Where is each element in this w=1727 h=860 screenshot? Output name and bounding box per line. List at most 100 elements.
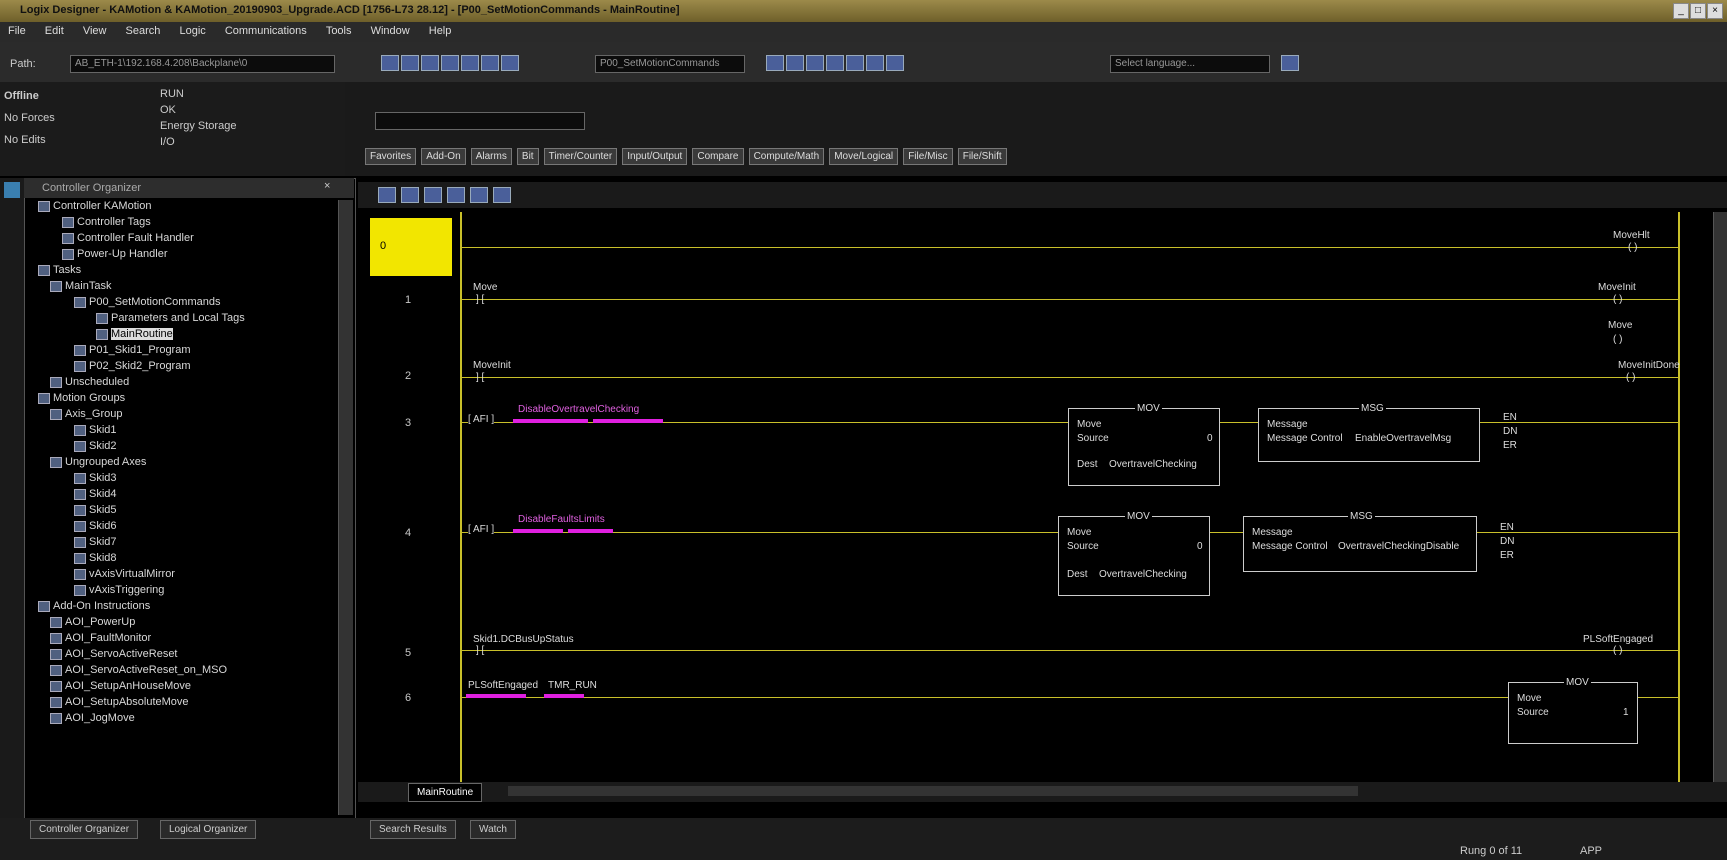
tree-item[interactable]: Axis_Group bbox=[50, 408, 122, 420]
tree-item[interactable]: MainTask bbox=[50, 280, 111, 292]
output-coil-icon[interactable]: ( ) bbox=[1613, 334, 1622, 345]
tree-item-selected[interactable]: MainRoutine bbox=[96, 328, 173, 340]
tree-item[interactable]: Tasks bbox=[38, 264, 81, 276]
contact-tag[interactable]: PLSoftEngaged bbox=[468, 680, 538, 691]
output-coil-icon[interactable]: ( ) bbox=[1628, 242, 1637, 253]
tab-alarms[interactable]: Alarms bbox=[470, 148, 512, 165]
output-coil-icon[interactable]: ( ) bbox=[1626, 372, 1635, 383]
tree-item[interactable]: AOI_SetupAbsoluteMove bbox=[50, 696, 189, 708]
mov-instruction-box[interactable]: MOV Move Source 0 Dest OvertravelCheckin… bbox=[1058, 511, 1210, 596]
routine-select[interactable]: P00_SetMotionCommands bbox=[595, 55, 745, 73]
coil-tag[interactable]: MoveHlt bbox=[1613, 230, 1650, 241]
monitor-icon[interactable] bbox=[866, 55, 884, 71]
tree-item[interactable]: Ungrouped Axes bbox=[50, 456, 146, 468]
close-button[interactable]: × bbox=[1707, 3, 1723, 19]
tree-item[interactable]: Skid7 bbox=[74, 536, 117, 548]
online-icon[interactable] bbox=[826, 55, 844, 71]
rung-icon[interactable] bbox=[378, 187, 396, 203]
menu-search[interactable]: Search bbox=[118, 22, 169, 40]
save-icon[interactable] bbox=[421, 55, 439, 71]
contact-icon[interactable] bbox=[424, 187, 443, 203]
verify-icon[interactable] bbox=[766, 55, 784, 71]
rung-number[interactable]: 2 bbox=[368, 370, 448, 382]
tree-item[interactable]: Skid8 bbox=[74, 552, 117, 564]
tree-item[interactable]: AOI_FaultMonitor bbox=[50, 632, 151, 644]
output-coil-icon[interactable]: ( ) bbox=[1613, 294, 1622, 305]
contact-tag[interactable]: Move bbox=[473, 282, 497, 293]
coil-icon[interactable] bbox=[447, 187, 466, 203]
tree-item[interactable]: Power-Up Handler bbox=[62, 248, 167, 260]
minimize-button[interactable]: _ bbox=[1673, 3, 1689, 19]
tree-item[interactable]: Skid6 bbox=[74, 520, 117, 532]
coil-tag[interactable]: PLSoftEngaged bbox=[1583, 634, 1653, 645]
coil-tag[interactable]: MoveInit bbox=[1598, 282, 1636, 293]
rung-number[interactable]: 4 bbox=[368, 527, 448, 539]
tab-main-routine[interactable]: MainRoutine bbox=[408, 783, 483, 802]
copy-icon[interactable] bbox=[481, 55, 499, 71]
tree-item[interactable]: Controller Tags bbox=[62, 216, 151, 228]
tab-file-misc[interactable]: File/Misc bbox=[903, 148, 953, 165]
rung-number[interactable]: 1 bbox=[368, 294, 448, 306]
paste-icon[interactable] bbox=[501, 55, 519, 71]
afi-instruction[interactable]: [ AFI ] bbox=[468, 414, 495, 425]
rung-number-selected[interactable]: 0 bbox=[370, 218, 452, 276]
disabled-tag-label[interactable]: DisableFaultsLimits bbox=[518, 514, 605, 525]
organizer-pin-icon[interactable] bbox=[4, 182, 20, 198]
tree-item[interactable]: AOI_ServoActiveReset bbox=[50, 648, 178, 660]
menu-logic[interactable]: Logic bbox=[171, 22, 213, 40]
cut-icon[interactable] bbox=[461, 55, 479, 71]
disabled-tag-label[interactable]: DisableOvertravelChecking bbox=[518, 404, 639, 415]
xic-contact-icon[interactable]: ] [ bbox=[476, 294, 484, 305]
menu-communications[interactable]: Communications bbox=[217, 22, 315, 40]
tree-item[interactable]: AOI_SetupAnHouseMove bbox=[50, 680, 191, 692]
tree-item[interactable]: AOI_JogMove bbox=[50, 712, 135, 724]
path-field[interactable]: AB_ETH-1\192.168.4.208\Backplane\0 bbox=[70, 55, 335, 73]
contact-tag[interactable]: Skid1.DCBusUpStatus bbox=[473, 634, 574, 645]
zoom-icon[interactable] bbox=[806, 55, 824, 71]
open-icon[interactable] bbox=[401, 55, 419, 71]
tree-item[interactable]: Add-On Instructions bbox=[38, 600, 150, 612]
verify-controller-icon[interactable] bbox=[786, 55, 804, 71]
tree-item[interactable]: Skid1 bbox=[74, 424, 117, 436]
output-coil-icon[interactable]: ( ) bbox=[1613, 645, 1622, 656]
tab-input-output[interactable]: Input/Output bbox=[622, 148, 688, 165]
menu-help[interactable]: Help bbox=[421, 22, 460, 40]
tab-add-on[interactable]: Add-On bbox=[421, 148, 466, 165]
menu-file[interactable]: File bbox=[0, 22, 34, 40]
tree-item[interactable]: P01_Skid1_Program bbox=[74, 344, 191, 356]
tab-controller-organizer[interactable]: Controller Organizer bbox=[30, 820, 139, 839]
tree-item[interactable]: AOI_PowerUp bbox=[50, 616, 135, 628]
msg-instruction-box[interactable]: MSG Message Message Control OvertravelCh… bbox=[1243, 511, 1477, 572]
tree-item[interactable]: Parameters and Local Tags bbox=[96, 312, 245, 324]
maximize-button[interactable]: □ bbox=[1690, 3, 1706, 19]
tree-item[interactable]: Unscheduled bbox=[50, 376, 129, 388]
branch-icon[interactable] bbox=[401, 187, 420, 203]
tree-item[interactable]: Controller KAMotion bbox=[38, 200, 151, 212]
tab-move-logical[interactable]: Move/Logical bbox=[829, 148, 899, 165]
organizer-scrollbar[interactable] bbox=[338, 200, 353, 815]
tree-item[interactable]: AOI_ServoActiveReset_on_MSO bbox=[50, 664, 227, 676]
xic-contact-icon[interactable]: ] [ bbox=[476, 645, 484, 656]
contact-tag[interactable]: TMR_RUN bbox=[548, 680, 597, 691]
tab-favorites[interactable]: Favorites bbox=[365, 148, 417, 165]
tab-file-shift[interactable]: File/Shift bbox=[957, 148, 1007, 165]
mov-instruction-box[interactable]: MOV Move Source 1 bbox=[1508, 677, 1638, 744]
organizer-close-icon[interactable]: × bbox=[324, 180, 330, 192]
tree-item[interactable]: Motion Groups bbox=[38, 392, 125, 404]
menu-view[interactable]: View bbox=[75, 22, 115, 40]
language-select[interactable]: Select language... bbox=[1110, 55, 1270, 73]
tree-item[interactable]: Skid4 bbox=[74, 488, 117, 500]
rung-number[interactable]: 6 bbox=[368, 692, 448, 704]
msg-instruction-box[interactable]: MSG Message Message Control EnableOvertr… bbox=[1258, 403, 1480, 462]
download-icon[interactable] bbox=[846, 55, 864, 71]
tab-timer-counter[interactable]: Timer/Counter bbox=[543, 148, 618, 165]
print-icon[interactable] bbox=[441, 55, 459, 71]
tab-watch[interactable]: Watch bbox=[470, 820, 516, 839]
tree-item[interactable]: vAxisVirtualMirror bbox=[74, 568, 175, 580]
contact-tag[interactable]: MoveInit bbox=[473, 360, 511, 371]
mov-instruction-box[interactable]: MOV Move Source 0 Dest OvertravelCheckin… bbox=[1068, 403, 1220, 486]
tab-search-results[interactable]: Search Results bbox=[370, 820, 456, 839]
tab-logical-organizer[interactable]: Logical Organizer bbox=[160, 820, 257, 839]
coil-tag[interactable]: Move bbox=[1608, 320, 1632, 331]
tree-item[interactable]: P00_SetMotionCommands bbox=[74, 296, 220, 308]
